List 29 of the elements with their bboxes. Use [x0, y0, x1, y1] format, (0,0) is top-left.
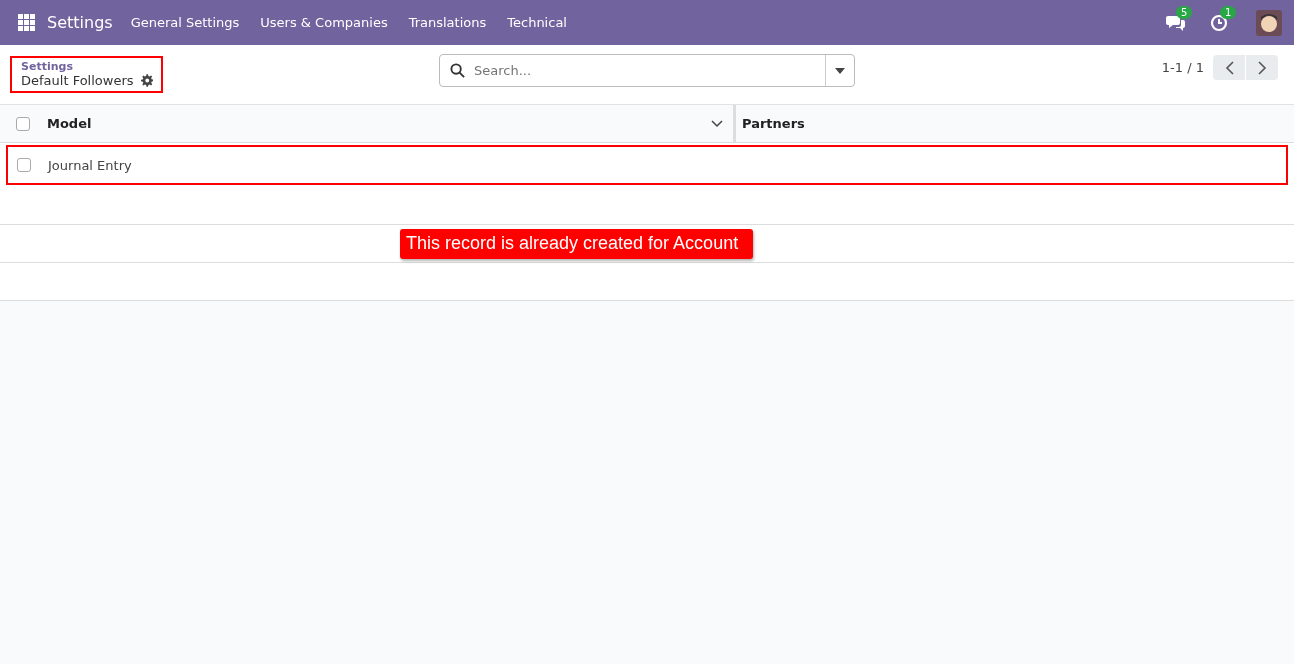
gear-icon[interactable]: [140, 74, 153, 87]
menu-item[interactable]: Users & Companies: [260, 15, 388, 30]
clock-icon[interactable]: [1210, 13, 1228, 32]
apps-grid-icon[interactable]: [18, 14, 35, 31]
select-all-checkbox[interactable]: [16, 116, 30, 131]
menu-item[interactable]: General Settings: [130, 15, 240, 30]
pager-value[interactable]: 1-1 / 1: [1161, 60, 1204, 75]
annotation-callout: This record is already created for Account: [400, 229, 754, 259]
chevron-down-icon[interactable]: [711, 119, 723, 128]
chevron-right-icon: [1257, 60, 1267, 75]
caret-icon: [835, 67, 845, 74]
row-checkbox[interactable]: [17, 158, 31, 172]
previous-button[interactable]: [1213, 55, 1245, 80]
breadcrumb-link[interactable]: Settings: [21, 60, 153, 73]
column-header[interactable]: Model: [47, 116, 92, 131]
next-button[interactable]: [1246, 55, 1278, 80]
notification-badge: 1: [1220, 5, 1237, 19]
table-cell: Journal Entry: [48, 157, 132, 173]
search-field[interactable]: Search...: [439, 54, 855, 87]
menu-item[interactable]: Translations: [408, 15, 487, 30]
search-icon: [450, 63, 465, 78]
menu-item[interactable]: Technical: [507, 15, 567, 30]
table-row[interactable]: Journal Entry: [6, 145, 1288, 185]
avatar-icon[interactable]: [1256, 9, 1282, 36]
page-title: Default Followers: [21, 73, 134, 88]
notification-badge: 5: [1176, 5, 1193, 19]
chevron-left-icon: [1224, 60, 1234, 75]
column-header[interactable]: Partners: [736, 116, 805, 131]
app-name[interactable]: Settings: [47, 13, 113, 32]
